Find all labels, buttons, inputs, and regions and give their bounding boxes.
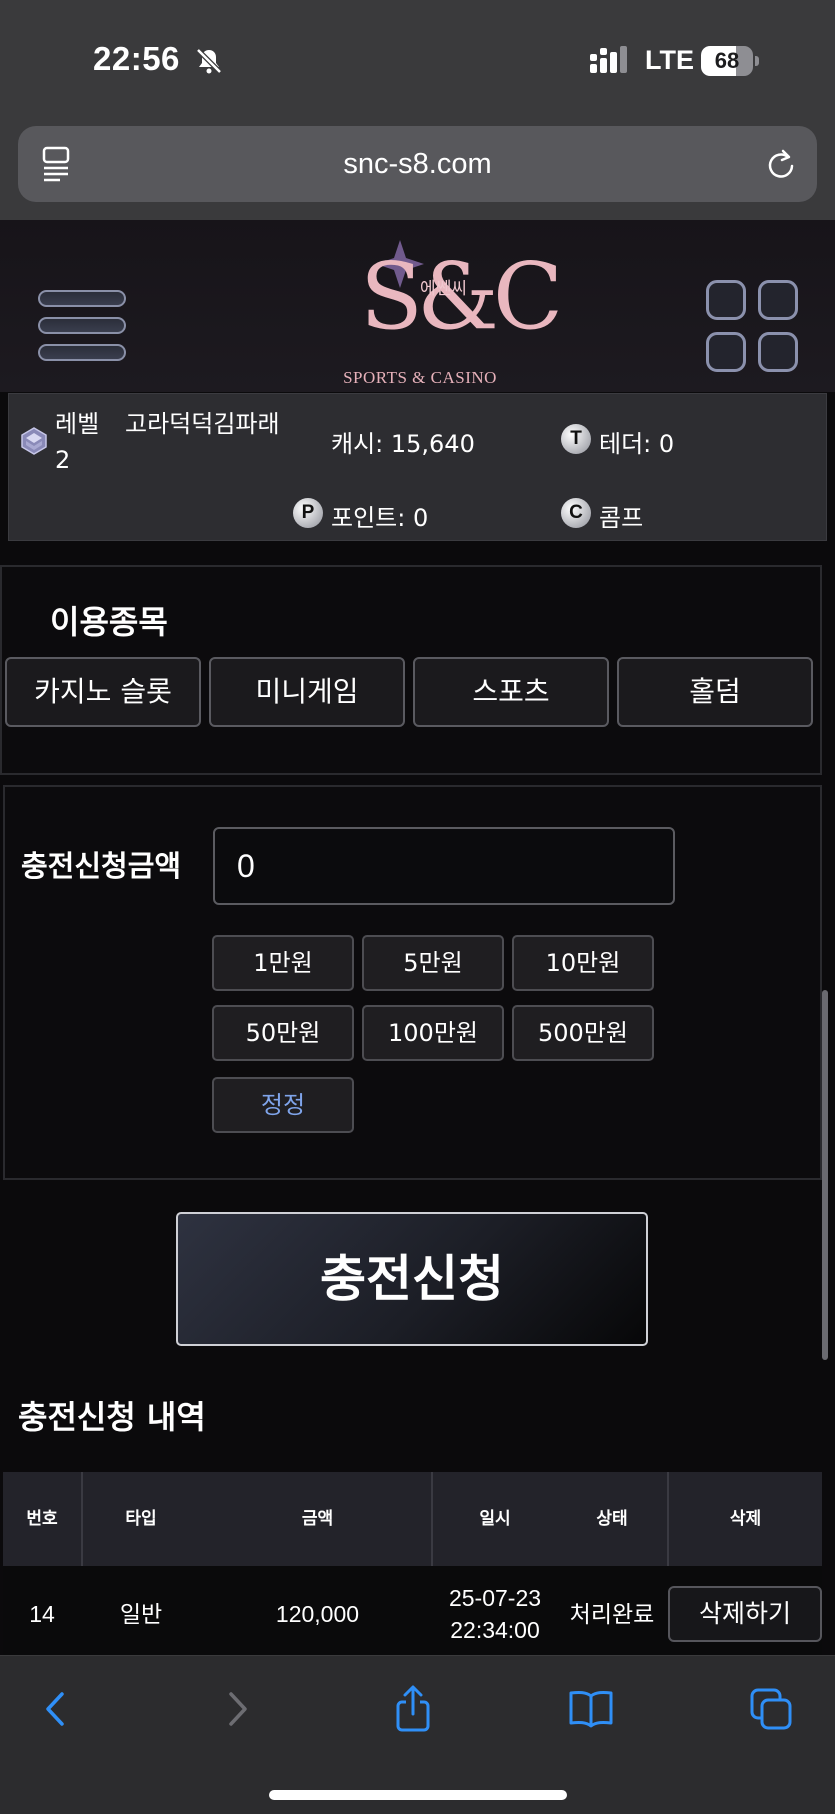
site-header: S&C 에쎈씨 SPORTS & CASINO	[0, 220, 835, 392]
game-button-sports[interactable]: 스포츠	[413, 657, 609, 727]
tether-icon: T	[561, 424, 591, 454]
signal-icon	[590, 46, 627, 73]
home-indicator[interactable]	[269, 1790, 567, 1800]
column-header: 상태	[596, 1509, 628, 1529]
user-level: 레벨 2	[55, 410, 100, 474]
clock: 22:56	[93, 40, 180, 77]
share-icon[interactable]	[388, 1684, 438, 1734]
browser-address-area: snc-s8.com	[0, 120, 835, 220]
game-type-panel: 이용종목 카지노 슬롯 미니게임 스포츠 홀덤	[0, 565, 822, 775]
tether-balance: 테더: 0	[599, 430, 675, 458]
point-balance[interactable]: 포인트: 0	[331, 498, 428, 533]
deposit-amount-input[interactable]	[213, 827, 675, 905]
bell-slash-icon	[196, 48, 222, 74]
network-type: LTE	[645, 45, 694, 75]
bookmarks-icon[interactable]	[566, 1684, 616, 1734]
quick-amount-button[interactable]: 500만원	[512, 1005, 654, 1061]
cell-time: 22:34:00	[450, 1617, 540, 1643]
table-row: 14 일반 120,000 25-07-23 22:34:00 처리완료 삭제하…	[3, 1566, 822, 1662]
quick-amount-button[interactable]: 50만원	[212, 1005, 354, 1061]
cell-date: 25-07-23	[448, 1585, 542, 1611]
deposit-submit-button[interactable]: 충전신청	[176, 1212, 648, 1346]
comp-link[interactable]: 콤프	[599, 498, 643, 533]
reload-icon[interactable]	[766, 148, 798, 182]
quick-amount-button[interactable]: 1만원	[212, 935, 354, 991]
game-button-holdem[interactable]: 홀덤	[617, 657, 813, 727]
cell-amount: 120,000	[275, 1601, 360, 1627]
battery-icon: 68	[701, 46, 759, 76]
quick-amount-button[interactable]: 5만원	[362, 935, 504, 991]
url-text[interactable]: snc-s8.com	[18, 126, 817, 202]
back-icon[interactable]	[30, 1684, 80, 1734]
reset-amount-button[interactable]: 정정	[212, 1077, 354, 1133]
column-header: 타입	[125, 1509, 157, 1529]
user-info-bar: 레벨 2 고라덕덕김파래 캐시: 15,640 T 테더: 0 P 포인트: 0…	[8, 393, 827, 541]
forward-icon[interactable]	[213, 1684, 263, 1734]
history-title: 충전신청 내역	[18, 1398, 206, 1436]
cell-number: 14	[29, 1601, 55, 1627]
section-title: 이용종목	[50, 603, 168, 641]
apps-grid-icon[interactable]	[706, 280, 798, 372]
game-button-casino-slot[interactable]: 카지노 슬롯	[5, 657, 201, 727]
battery-percent: 68	[714, 48, 740, 73]
column-header: 일시	[479, 1509, 511, 1529]
logo-korean: 에쎈씨	[420, 279, 467, 299]
column-header: 번호	[26, 1509, 58, 1529]
tabs-icon[interactable]	[746, 1684, 796, 1734]
logo-tagline: SPORTS & CASINO	[343, 368, 497, 387]
quick-amount-button[interactable]: 10만원	[512, 935, 654, 991]
level-gem-icon	[21, 427, 47, 455]
delete-button[interactable]: 삭제하기	[668, 1586, 822, 1642]
cell-type: 일반	[119, 1601, 163, 1627]
cell-status: 처리완료	[569, 1601, 655, 1627]
site-logo[interactable]: S&C 에쎈씨 SPORTS & CASINO	[330, 230, 563, 390]
deposit-form: 충전신청금액 1만원 5만원 10만원 50만원 100만원 500만원 정정	[3, 785, 822, 1180]
table-header: 번호 타입 금액 일시 상태 삭제	[3, 1472, 822, 1566]
quick-amount-button[interactable]: 100만원	[362, 1005, 504, 1061]
address-bar[interactable]: snc-s8.com	[18, 126, 817, 202]
column-header: 삭제	[729, 1509, 762, 1529]
menu-icon[interactable]	[38, 290, 126, 362]
game-button-minigame[interactable]: 미니게임	[209, 657, 405, 727]
cell-datetime: 25-07-23 22:34:00	[433, 1566, 557, 1662]
column-header: 금액	[301, 1509, 334, 1529]
user-nickname: 고라덕덕김파래	[125, 410, 280, 438]
cash-balance: 캐시: 15,640	[331, 430, 475, 458]
browser-toolbar	[0, 1655, 835, 1814]
comp-icon: C	[561, 498, 591, 528]
point-icon: P	[293, 498, 323, 528]
page-scrollbar[interactable]	[822, 990, 828, 1360]
status-bar: 22:56 LTE 68	[0, 0, 835, 120]
deposit-amount-label: 충전신청금액	[21, 849, 182, 883]
